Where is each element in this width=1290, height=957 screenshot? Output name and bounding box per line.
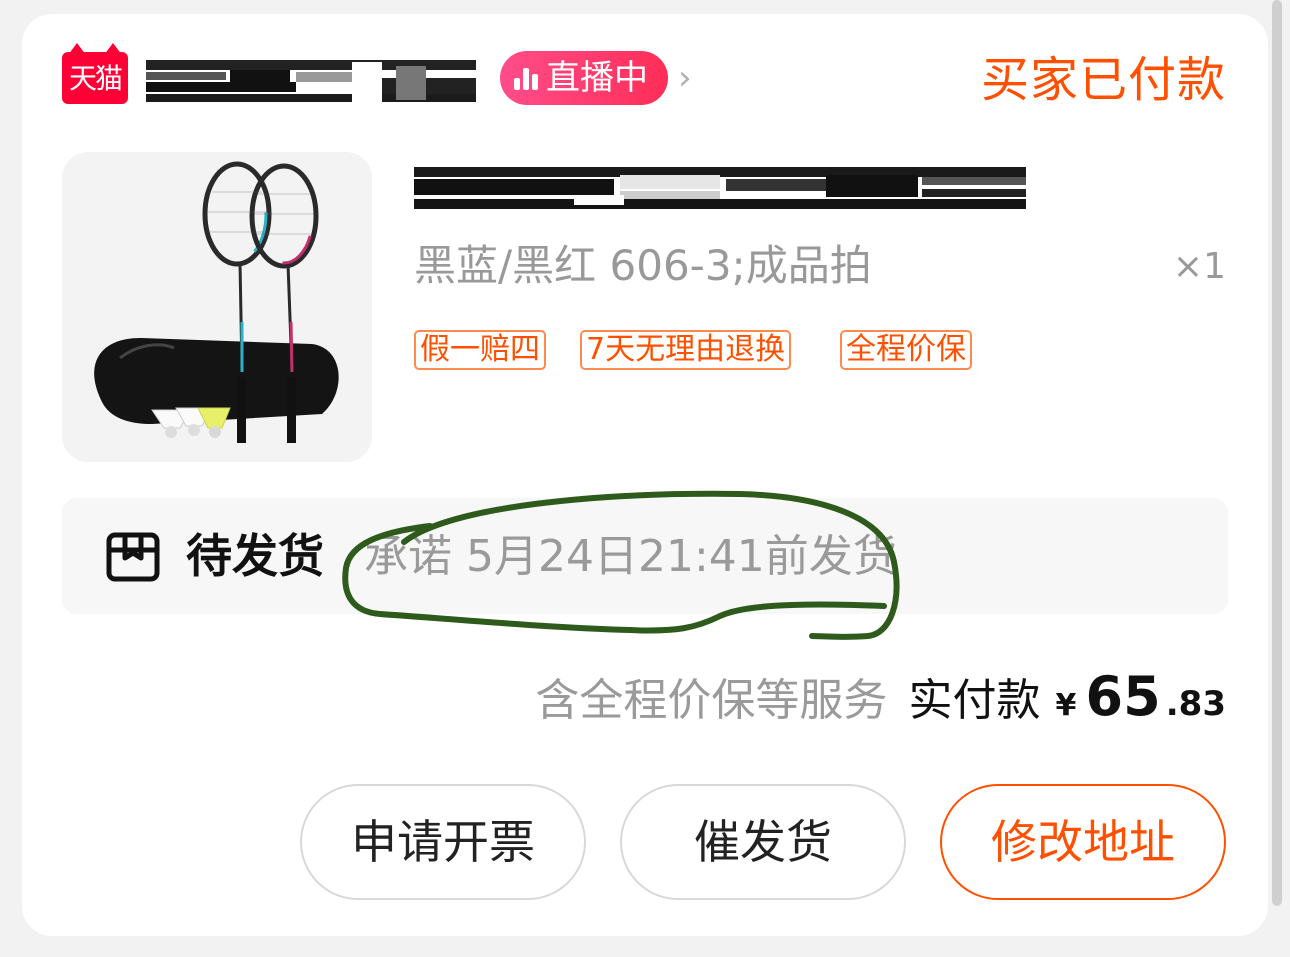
service-note: 含全程价保等服务 [535, 675, 888, 726]
chevron-right-icon[interactable]: › [678, 58, 708, 98]
tag-fake-compensation: 假一赔四 [414, 330, 546, 370]
paid-label: 实付款 [908, 675, 1041, 726]
currency-symbol: ¥ [1055, 688, 1077, 723]
live-badge[interactable]: 直播中 [500, 51, 668, 105]
live-badge-label: 直播中 [546, 58, 648, 98]
edit-address-button[interactable]: 修改地址 [940, 784, 1226, 900]
product-title-redacted[interactable] [414, 165, 1026, 211]
amount-decimal: .83 [1165, 684, 1226, 724]
package-icon [106, 532, 160, 582]
shipping-promise: 承诺 5月24日21:41前发货 [364, 531, 897, 582]
live-bars-icon [514, 66, 540, 90]
platform-badge-label: 天猫 [68, 62, 123, 95]
amount-integer: 65 [1085, 665, 1161, 728]
product-quantity: ×1 [1172, 246, 1226, 287]
tmall-logo-icon: 天猫 [62, 43, 128, 104]
payment-total: 含全程价保等服务 实付款 ¥ 65 .83 [535, 664, 1226, 728]
urge-shipping-button[interactable]: 催发货 [620, 784, 906, 900]
product-sku: 黑蓝/黑红 606-3;成品拍 [414, 241, 872, 290]
apply-invoice-button[interactable]: 申请开票 [300, 784, 586, 900]
product-image[interactable] [62, 152, 372, 462]
shipping-status: 待发货 [186, 529, 324, 583]
shop-name-redacted[interactable] [146, 56, 476, 104]
tag-price-protection: 全程价保 [840, 330, 972, 370]
tag-seven-day-return: 7天无理由退换 [580, 330, 792, 370]
order-status: 买家已付款 [980, 52, 1226, 108]
scrollbar[interactable] [1272, 0, 1282, 906]
